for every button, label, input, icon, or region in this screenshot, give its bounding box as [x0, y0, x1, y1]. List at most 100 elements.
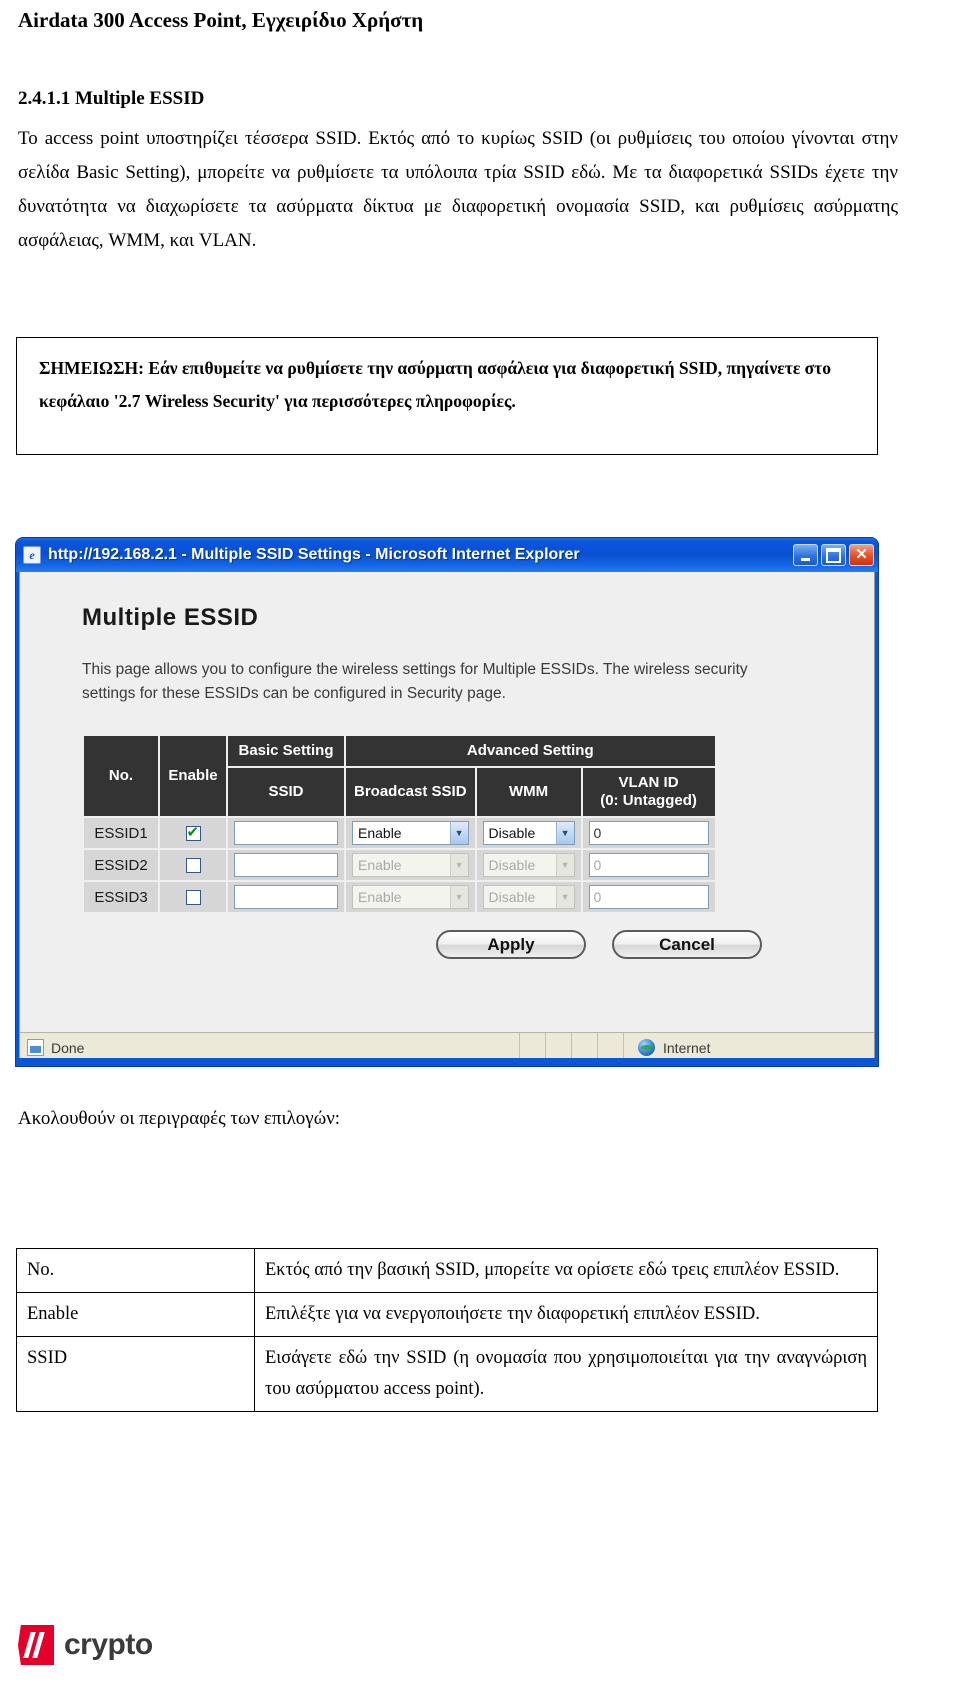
- wmm-cell-essid3: Disable ▼: [476, 882, 581, 912]
- wmm-select-essid2[interactable]: Disable ▼: [482, 853, 575, 877]
- broadcast-ssid-cell-essid3: Enable ▼: [346, 882, 475, 912]
- maximize-button[interactable]: [821, 544, 846, 566]
- browser-window: e http://192.168.2.1 - Multiple SSID Set…: [16, 538, 878, 1066]
- section-title: 2.4.1.1 Multiple ESSID: [18, 88, 205, 109]
- header-vlan-id-line1: VLAN ID: [618, 774, 679, 791]
- wmm-value-essid3: Disable: [488, 889, 536, 905]
- wmm-value-essid1: Disable: [488, 825, 536, 841]
- page-title: Multiple ESSID: [82, 604, 259, 631]
- ssid-input-essid2[interactable]: [234, 853, 338, 877]
- table-row: ESSID3 Enable ▼ Disable ▼ 0: [84, 882, 715, 912]
- intro-paragraph: Το access point υποστηρίζει τέσσερα SSID…: [18, 128, 898, 251]
- wmm-select-essid1[interactable]: Disable ▼: [482, 821, 575, 845]
- web-page-content: Multiple ESSID This page allows you to c…: [20, 572, 874, 1032]
- row-label-essid3: ESSID3: [84, 882, 158, 912]
- broadcast-ssid-select-essid2[interactable]: Enable ▼: [352, 853, 469, 877]
- status-zone-text: Internet: [663, 1039, 711, 1056]
- multiple-essid-table: No. Enable Basic Setting Advanced Settin…: [82, 734, 717, 914]
- enable-checkbox-essid2[interactable]: [185, 858, 201, 874]
- option-description-table: No. Εκτός από την βασική SSID, μπορείτε …: [16, 1248, 878, 1412]
- header-advanced-setting: Advanced Setting: [346, 736, 715, 766]
- ssid-cell-essid3: [228, 882, 344, 912]
- window-title: http://192.168.2.1 - Multiple SSID Setti…: [48, 546, 580, 563]
- enable-checkbox-essid3[interactable]: [185, 890, 201, 906]
- status-text: Done: [51, 1039, 85, 1056]
- status-zone-pane: Internet: [624, 1039, 874, 1056]
- broadcast-ssid-value-essid2: Enable: [358, 857, 402, 873]
- vlan-cell-essid1: [582, 818, 715, 848]
- vlan-cell-essid2: [582, 850, 715, 880]
- figure-caption: Ακολουθούν οι περιγραφές των επιλογών:: [18, 1108, 341, 1129]
- chevron-down-icon: ▼: [449, 854, 468, 876]
- header-ssid: SSID: [228, 768, 344, 816]
- wmm-cell-essid1: Disable ▼: [476, 818, 581, 848]
- desc-key-no: No.: [16, 1248, 255, 1293]
- footer-logo: crypto: [18, 1625, 153, 1665]
- vlan-id-input-essid1[interactable]: [588, 821, 709, 845]
- chevron-down-icon: ▼: [555, 822, 574, 844]
- window-titlebar: e http://192.168.2.1 - Multiple SSID Set…: [16, 538, 878, 572]
- desc-value-no: Εκτός από την βασική SSID, μπορείτε να ο…: [254, 1248, 878, 1293]
- window-controls: ✕: [793, 544, 874, 566]
- table-row: Enable Επιλέξτε για να ενεργοποιήσετε τη…: [16, 1292, 878, 1337]
- internet-globe-icon: [638, 1039, 655, 1056]
- header-wmm: WMM: [476, 768, 581, 816]
- browser-client-area: Multiple ESSID This page allows you to c…: [19, 572, 875, 1062]
- internet-explorer-icon: e: [23, 546, 41, 564]
- header-vlan-id: VLAN ID (0: Untagged): [582, 768, 715, 816]
- note-text: ΣΗΜΕΙΩΣΗ: Εάν επιθυμείτε να ρυθμίσετε τη…: [39, 358, 832, 411]
- chevron-down-icon: ▼: [449, 886, 468, 908]
- vlan-id-input-essid3[interactable]: [588, 885, 709, 909]
- page-description: This page allows you to configure the wi…: [82, 661, 748, 702]
- header-enable: Enable: [160, 736, 226, 816]
- row-label-essid2: ESSID2: [84, 850, 158, 880]
- cancel-button[interactable]: Cancel: [612, 930, 762, 959]
- broadcast-ssid-value-essid1: Enable: [358, 825, 402, 841]
- ssid-input-essid1[interactable]: [234, 821, 338, 845]
- chevron-down-icon: ▼: [555, 854, 574, 876]
- desc-value-ssid: Εισάγετε εδώ την SSID (η ονομασία που χρ…: [254, 1336, 878, 1412]
- enable-checkbox-essid1[interactable]: [185, 823, 201, 842]
- broadcast-ssid-cell-essid1: Enable ▼: [346, 818, 475, 848]
- broadcast-ssid-cell-essid2: Enable ▼: [346, 850, 475, 880]
- enable-cell-essid3: [160, 882, 226, 912]
- desc-value-enable: Επιλέξτε για να ενεργοποιήσετε την διαφο…: [254, 1292, 878, 1337]
- row-label-essid1: ESSID1: [84, 818, 158, 848]
- vlan-cell-essid3: [582, 882, 715, 912]
- header-vlan-id-line2: (0: Untagged): [600, 792, 697, 809]
- header-no: No.: [84, 736, 158, 816]
- ssid-cell-essid2: [228, 850, 344, 880]
- chevron-down-icon: ▼: [449, 822, 468, 844]
- desc-key-enable: Enable: [16, 1292, 255, 1337]
- close-button[interactable]: ✕: [849, 544, 874, 566]
- crypto-logo-icon: [18, 1625, 54, 1665]
- header-basic-setting: Basic Setting: [228, 736, 344, 766]
- page-done-icon: [27, 1039, 44, 1056]
- table-row: SSID Εισάγετε εδώ την SSID (η ονομασία π…: [16, 1336, 878, 1412]
- minimize-button[interactable]: [793, 544, 818, 566]
- table-row: No. Εκτός από την βασική SSID, μπορείτε …: [16, 1248, 878, 1293]
- enable-cell-essid2: [160, 850, 226, 880]
- form-actions: Apply Cancel: [82, 930, 776, 959]
- desc-key-ssid: SSID: [16, 1336, 255, 1412]
- wmm-value-essid2: Disable: [488, 857, 536, 873]
- window-frame-bottom: [16, 1058, 878, 1066]
- vlan-id-input-essid2[interactable]: [588, 853, 709, 877]
- chevron-down-icon: ▼: [555, 886, 574, 908]
- table-row: ESSID1 Enable ▼: [84, 818, 715, 848]
- table-row: ESSID2 Enable ▼ Disable ▼ 0: [84, 850, 715, 880]
- wmm-cell-essid2: Disable ▼: [476, 850, 581, 880]
- wmm-select-essid3[interactable]: Disable ▼: [482, 885, 575, 909]
- apply-button[interactable]: Apply: [436, 930, 586, 959]
- ssid-cell-essid1: [228, 818, 344, 848]
- broadcast-ssid-value-essid3: Enable: [358, 889, 402, 905]
- note-box: ΣΗΜΕΙΩΣΗ: Εάν επιθυμείτε να ρυθμίσετε τη…: [16, 337, 878, 455]
- broadcast-ssid-select-essid3[interactable]: Enable ▼: [352, 885, 469, 909]
- header-broadcast-ssid: Broadcast SSID: [346, 768, 475, 816]
- table-group-header-row: No. Enable Basic Setting Advanced Settin…: [84, 736, 715, 816]
- broadcast-ssid-select-essid1[interactable]: Enable ▼: [352, 821, 469, 845]
- crypto-logo-text: crypto: [64, 1628, 153, 1661]
- enable-cell-essid1: [160, 818, 226, 848]
- document-header: Airdata 300 Access Point, Εγχειρίδιο Χρή…: [18, 8, 424, 32]
- ssid-input-essid3[interactable]: [234, 885, 338, 909]
